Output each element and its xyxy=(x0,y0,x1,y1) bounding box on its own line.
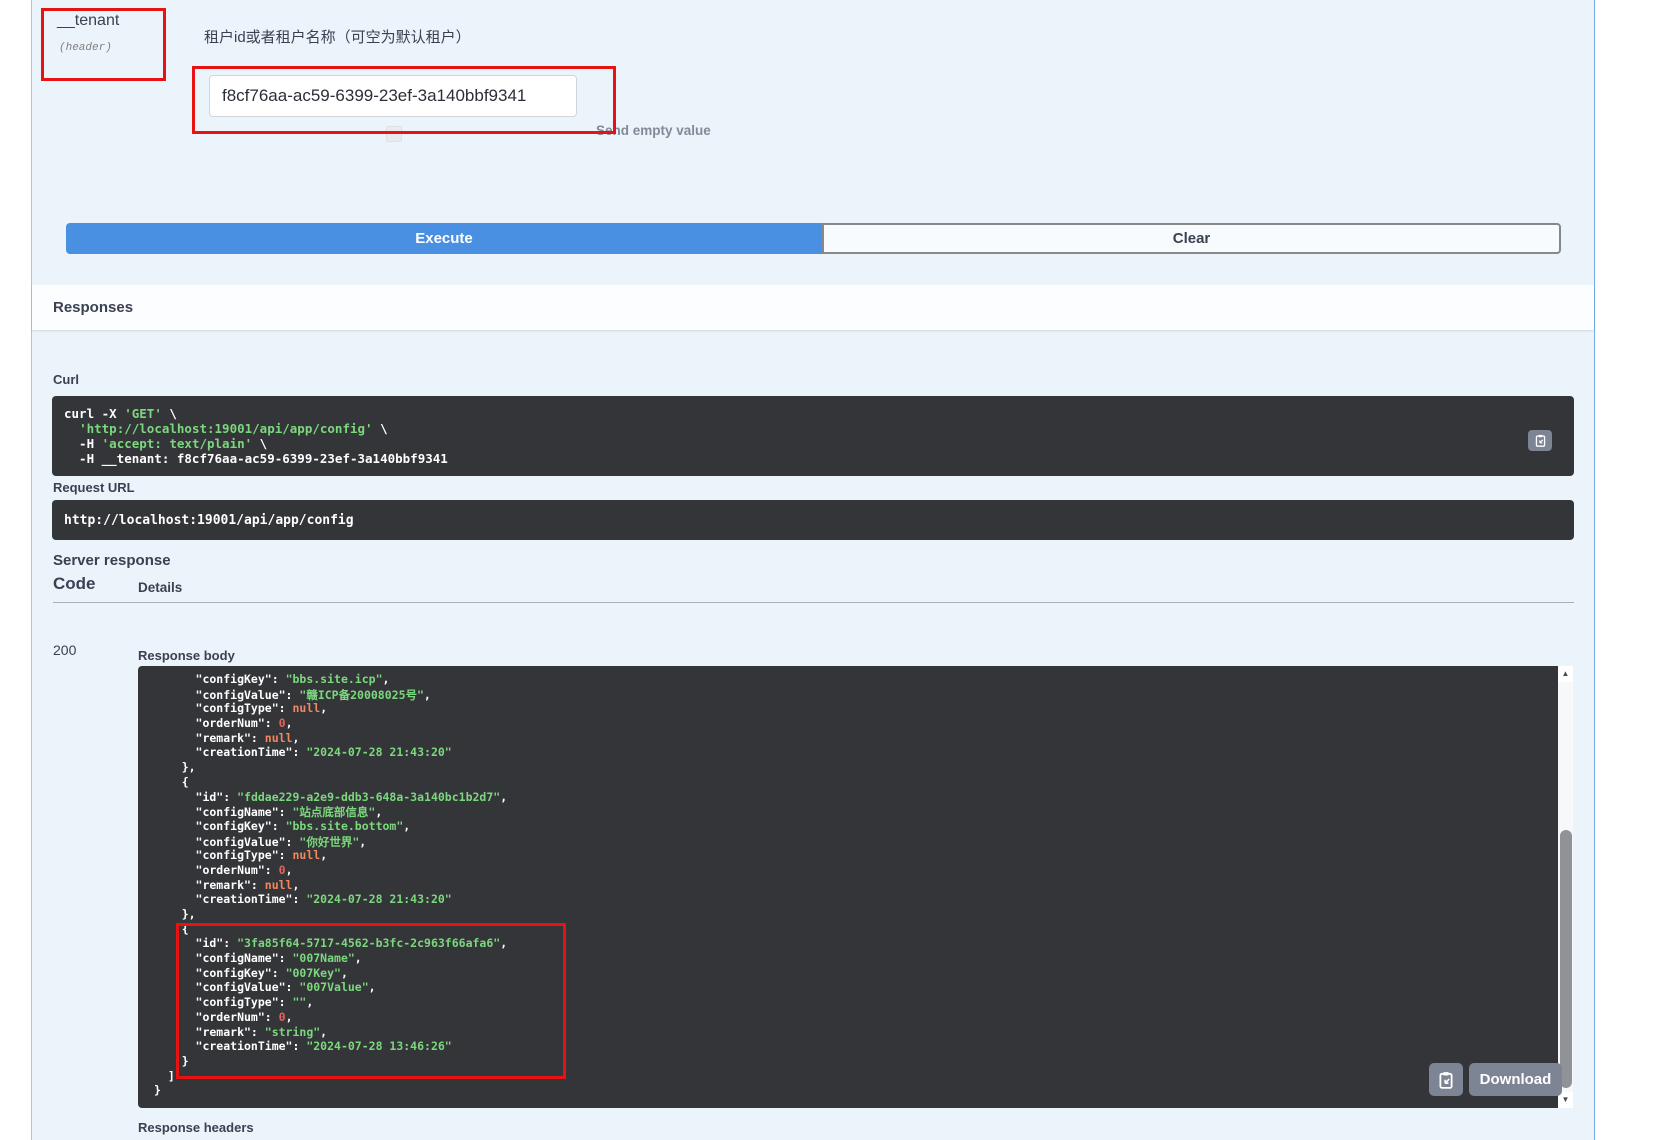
curl-label: Curl xyxy=(53,372,79,387)
request-url-value[interactable]: http://localhost:19001/api/app/config xyxy=(64,513,354,528)
clear-button[interactable]: Clear xyxy=(822,223,1561,254)
swagger-ui-page: __tenant (header) 租户id或者租户名称（可空为默认租户） Se… xyxy=(0,0,1667,1140)
response-body-json[interactable]: "configKey": "bbs.site.icp", "configValu… xyxy=(138,666,1558,1108)
request-url-block: http://localhost:19001/api/app/config xyxy=(52,500,1574,540)
param-name: __tenant xyxy=(57,12,119,30)
scrollbar-thumb[interactable] xyxy=(1560,830,1572,1088)
details-column-header: Details xyxy=(138,580,182,595)
send-empty-label: Send empty value xyxy=(596,123,711,138)
execute-button[interactable]: Execute xyxy=(66,223,822,254)
copy-response-button[interactable] xyxy=(1429,1063,1463,1096)
param-location: (header) xyxy=(59,42,112,54)
response-body-json-text: "configKey": "bbs.site.icp", "configValu… xyxy=(154,672,1558,1098)
clipboard-copy-icon xyxy=(1534,434,1547,447)
clipboard-copy-icon xyxy=(1437,1071,1455,1089)
send-empty-checkbox[interactable] xyxy=(386,126,402,142)
tenant-value-input[interactable] xyxy=(209,75,577,117)
copy-curl-button[interactable] xyxy=(1528,430,1552,451)
response-body-label: Response body xyxy=(138,648,235,663)
table-header-divider xyxy=(53,602,1574,603)
responses-section-header: Responses xyxy=(32,285,1594,330)
param-description: 租户id或者租户名称（可空为默认租户） xyxy=(204,26,471,47)
response-headers-label: Response headers xyxy=(138,1120,254,1135)
response-body-scrollbar[interactable]: ▲ ▼ xyxy=(1558,666,1573,1108)
responses-title: Responses xyxy=(53,299,133,316)
download-button[interactable]: Download xyxy=(1469,1063,1562,1096)
server-response-label: Server response xyxy=(53,552,171,569)
curl-command-text[interactable]: curl -X 'GET' \ 'http://localhost:19001/… xyxy=(64,406,1562,466)
operation-block: __tenant (header) 租户id或者租户名称（可空为默认租户） Se… xyxy=(31,0,1595,1140)
status-code: 200 xyxy=(53,642,76,658)
request-url-label: Request URL xyxy=(53,480,135,495)
code-column-header: Code xyxy=(53,574,96,594)
curl-command-block: curl -X 'GET' \ 'http://localhost:19001/… xyxy=(52,396,1574,476)
response-body-block: "configKey": "bbs.site.icp", "configValu… xyxy=(138,666,1573,1108)
scrollbar-up-arrow-icon[interactable]: ▲ xyxy=(1558,666,1573,682)
